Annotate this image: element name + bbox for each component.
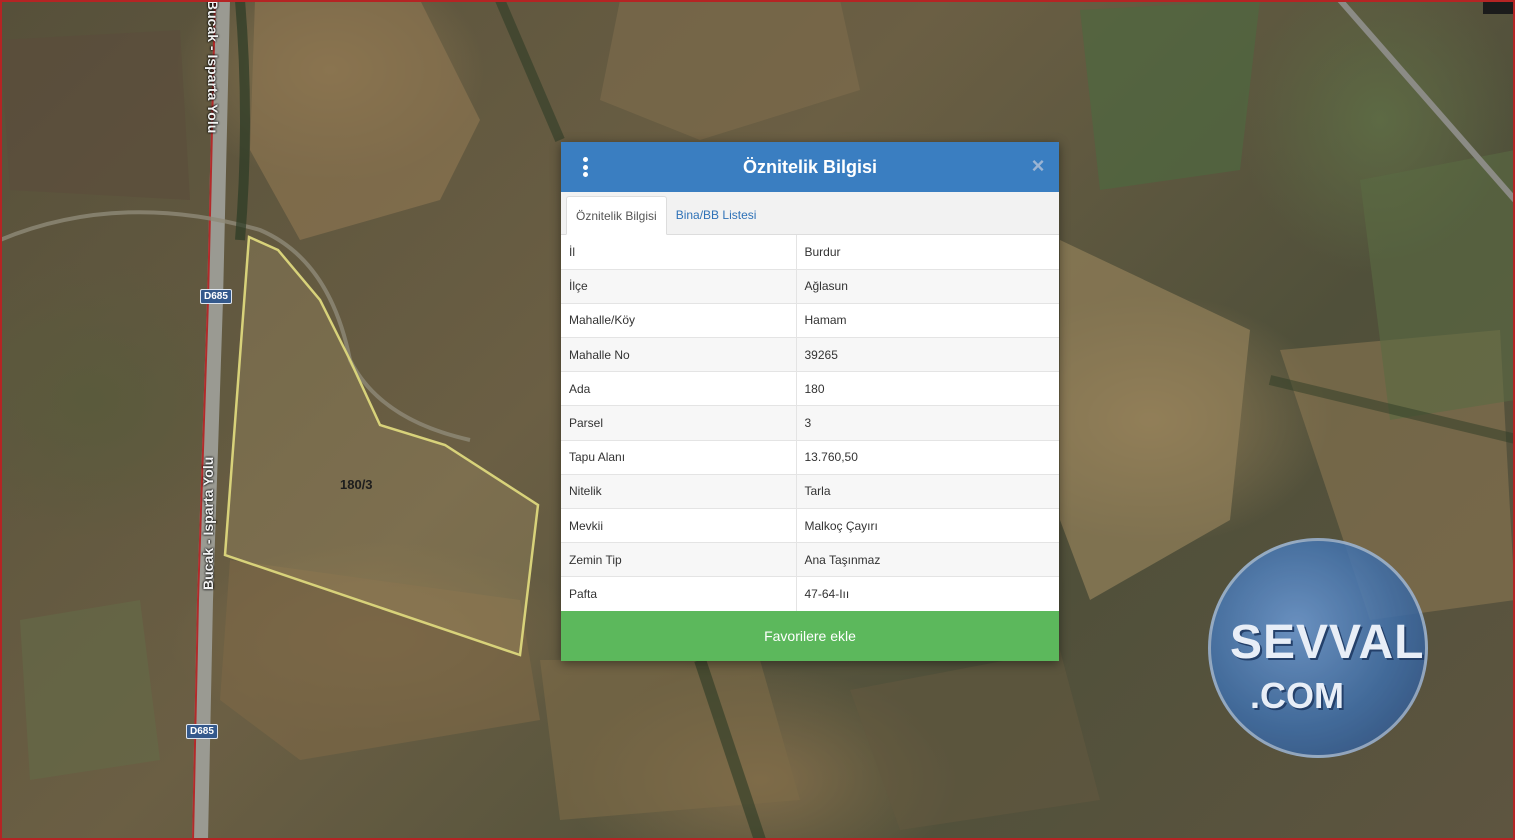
map-corner-control[interactable] [1483,0,1515,14]
row-value: Ana Taşınmaz [796,542,1059,578]
close-icon[interactable]: × [1029,155,1047,177]
table-row: İl Burdur [561,235,1059,270]
table-row: Ada 180 [561,371,1059,407]
row-key: İlçe [561,269,797,304]
row-key: Nitelik [561,474,797,510]
watermark-sub-text: .COM [1250,675,1344,716]
dialog-header: Öznitelik Bilgisi × [561,142,1059,192]
row-key: Ada [561,371,797,407]
road-shield-d685: D685 [200,289,232,304]
row-value: 13.760,50 [796,440,1059,475]
table-row: Mevkii Malkoç Çayırı [561,508,1059,544]
row-value: Burdur [796,235,1059,270]
row-value: 39265 [796,337,1059,373]
table-row: Parsel 3 [561,405,1059,441]
attribute-info-dialog: Öznitelik Bilgisi × Öznitelik Bilgisi Bi… [561,142,1059,661]
row-value: 180 [796,371,1059,407]
row-value: Malkoç Çayırı [796,508,1059,544]
table-row: Pafta 47-64-Iıı [561,576,1059,612]
road-label-top: Bucak - Isparta Yolu [205,0,221,134]
row-value: Ağlasun [796,269,1059,304]
row-key: Pafta [561,576,797,612]
table-row: İlçe Ağlasun [561,269,1059,304]
more-vertical-icon[interactable] [577,157,593,177]
row-key: İl [561,235,797,270]
tab-attribute-info[interactable]: Öznitelik Bilgisi [566,196,667,235]
row-value: 47-64-Iıı [796,576,1059,612]
watermark-logo: SEVVAL .COM [1200,530,1435,765]
table-row: Nitelik Tarla [561,474,1059,510]
dialog-title: Öznitelik Bilgisi [742,156,878,177]
table-row: Mahalle/Köy Hamam [561,303,1059,339]
parcel-label: 180/3 [340,477,373,492]
row-key: Mahalle No [561,337,797,373]
attribute-table: İl Burdur İlçe Ağlasun Mahalle/Köy Hamam Ma… [561,235,1059,612]
row-value: 3 [796,405,1059,441]
table-row: Zemin Tip Ana Taşınmaz [561,542,1059,578]
road-shield-d685: D685 [186,724,218,739]
row-key: Mahalle/Köy [561,303,797,339]
dialog-tabs: Öznitelik Bilgisi Bina/BB Listesi [561,192,1059,235]
row-value: Hamam [796,303,1059,339]
row-key: Zemin Tip [561,542,797,578]
road-label-bottom: Bucak - Isparta Yolu [200,456,216,590]
watermark-main-text: SEVVAL [1230,616,1425,669]
row-key: Tapu Alanı [561,440,797,475]
row-value: Tarla [796,474,1059,510]
add-to-favorites-button[interactable]: Favorilere ekle [561,611,1059,661]
table-row: Tapu Alanı 13.760,50 [561,440,1059,475]
table-row: Mahalle No 39265 [561,337,1059,373]
tab-building-list[interactable]: Bina/BB Listesi [667,195,766,234]
row-key: Parsel [561,405,797,441]
row-key: Mevkii [561,508,797,544]
